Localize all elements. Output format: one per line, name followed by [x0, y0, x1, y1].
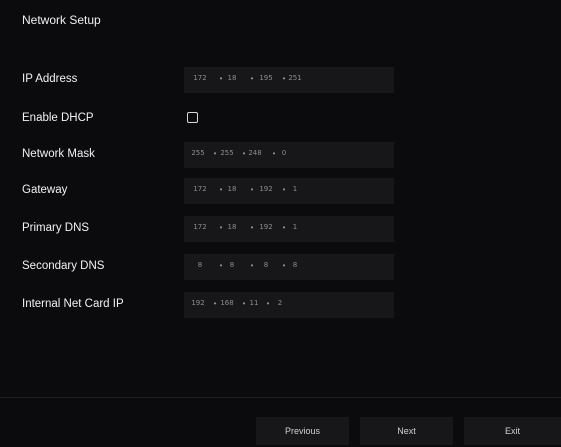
gateway-input[interactable]: 172 • 18 • 192 • 1: [184, 178, 394, 204]
ip-address-label: IP Address: [22, 73, 78, 85]
enable-dhcp-label: Enable DHCP: [22, 112, 94, 124]
secondary-dns-input[interactable]: 8 • 8 • 8 • 8: [184, 254, 394, 280]
footer-bar: Previous Next Exit: [0, 398, 561, 447]
ip-address-row: IP Address 172 • 18 • 195 • 251: [0, 67, 561, 93]
gateway-octet-1[interactable]: 172: [188, 185, 212, 193]
primary-dns-octet-2[interactable]: 18: [220, 223, 244, 231]
gateway-row: Gateway 172 • 18 • 192 • 1: [0, 178, 561, 204]
previous-button[interactable]: Previous: [256, 417, 349, 445]
secondary-dns-row: Secondary DNS 8 • 8 • 8 • 8: [0, 254, 561, 280]
internal-net-card-ip-row: Internal Net Card IP 192 • 168 • 11 • 2: [0, 292, 561, 318]
secondary-dns-octet-4[interactable]: 8: [283, 261, 307, 269]
primary-dns-octet-3[interactable]: 192: [254, 223, 278, 231]
internal-net-card-ip-octet-4[interactable]: 2: [268, 299, 292, 307]
enable-dhcp-checkbox[interactable]: [187, 112, 198, 123]
primary-dns-label: Primary DNS: [22, 222, 90, 234]
primary-dns-input[interactable]: 172 • 18 • 192 • 1: [184, 216, 394, 242]
page-title: Network Setup: [22, 13, 101, 27]
ip-address-input[interactable]: 172 • 18 • 195 • 251: [184, 67, 394, 93]
gateway-label: Gateway: [22, 184, 68, 196]
ip-address-octet-4[interactable]: 251: [283, 74, 307, 82]
network-mask-row: Network Mask 255 • 255 • 248 • 0: [0, 142, 561, 168]
secondary-dns-label: Secondary DNS: [22, 260, 105, 272]
network-mask-octet-1[interactable]: 255: [186, 149, 210, 157]
internal-net-card-ip-label: Internal Net Card IP: [22, 298, 124, 310]
gateway-octet-4[interactable]: 1: [283, 185, 307, 193]
secondary-dns-octet-1[interactable]: 8: [188, 261, 212, 269]
primary-dns-octet-4[interactable]: 1: [283, 223, 307, 231]
gateway-octet-2[interactable]: 18: [220, 185, 244, 193]
ip-address-octet-3[interactable]: 195: [254, 74, 278, 82]
network-mask-octet-4[interactable]: 0: [272, 149, 296, 157]
internal-net-card-ip-octet-1[interactable]: 192: [186, 299, 210, 307]
enable-dhcp-row: Enable DHCP: [0, 106, 561, 132]
internal-net-card-ip-octet-3[interactable]: 11: [242, 299, 266, 307]
exit-button[interactable]: Exit: [464, 417, 561, 445]
internal-net-card-ip-input[interactable]: 192 • 168 • 11 • 2: [184, 292, 394, 318]
ip-address-octet-2[interactable]: 18: [220, 74, 244, 82]
network-mask-octet-3[interactable]: 248: [243, 149, 267, 157]
secondary-dns-octet-3[interactable]: 8: [254, 261, 278, 269]
next-button[interactable]: Next: [360, 417, 453, 445]
primary-dns-octet-1[interactable]: 172: [188, 223, 212, 231]
ip-address-octet-1[interactable]: 172: [188, 74, 212, 82]
secondary-dns-octet-2[interactable]: 8: [220, 261, 244, 269]
network-mask-octet-2[interactable]: 255: [215, 149, 239, 157]
internal-net-card-ip-octet-2[interactable]: 168: [215, 299, 239, 307]
primary-dns-row: Primary DNS 172 • 18 • 192 • 1: [0, 216, 561, 242]
network-setup-window: Network Setup IP Address 172 • 18 • 195 …: [0, 0, 561, 447]
network-mask-input[interactable]: 255 • 255 • 248 • 0: [184, 142, 394, 168]
gateway-octet-3[interactable]: 192: [254, 185, 278, 193]
network-mask-label: Network Mask: [22, 148, 95, 160]
